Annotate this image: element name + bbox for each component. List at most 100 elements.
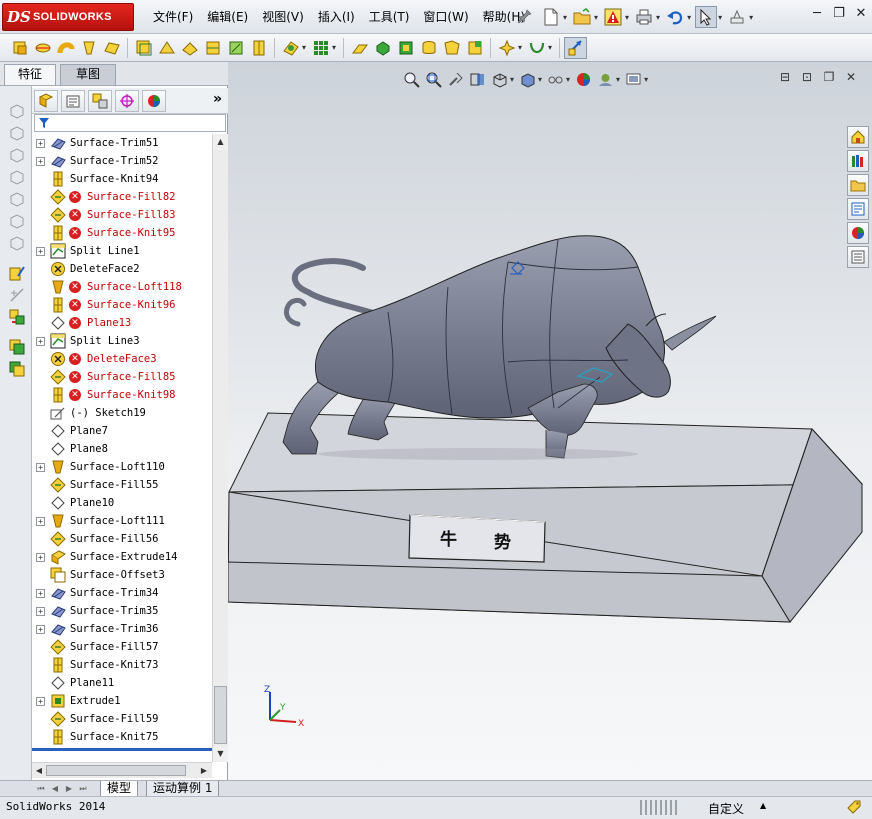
menu-item[interactable]: 视图(V): [255, 0, 311, 34]
sketch-edit-icon[interactable]: [8, 264, 26, 282]
restore-icon[interactable]: ❐: [828, 3, 850, 23]
apply-scene-button[interactable]: [594, 68, 616, 90]
unit-system[interactable]: 自定义: [708, 800, 744, 817]
new-document-button[interactable]: [540, 6, 562, 28]
viewport-split2-icon[interactable]: ⊡: [796, 70, 818, 86]
tree-item[interactable]: DeleteFace2: [32, 260, 212, 278]
tree-item[interactable]: + Split Line1: [32, 242, 212, 260]
tree-horizontal-scrollbar[interactable]: ◀ ▶: [32, 762, 212, 778]
expand-icon[interactable]: +: [36, 625, 45, 634]
expand-icon[interactable]: +: [36, 247, 45, 256]
instant3d-button[interactable]: [564, 36, 588, 59]
thicken-button[interactable]: [371, 37, 394, 59]
tree-item[interactable]: Surface-Fill59: [32, 710, 212, 728]
zoom-to-fit-button[interactable]: [400, 68, 422, 90]
property-manager-tab[interactable]: [61, 89, 85, 112]
rebuild-button[interactable]: [602, 6, 624, 28]
feature-filter[interactable]: [34, 114, 226, 132]
tree-item[interactable]: ✕ DeleteFace3: [32, 350, 212, 368]
tree-item[interactable]: + Surface-Trim51: [32, 134, 212, 152]
tab-sketch[interactable]: 草图: [60, 64, 116, 85]
solidworks-logo[interactable]: DS SOLIDWORKS: [2, 3, 134, 31]
tree-item[interactable]: + Split Line3: [32, 332, 212, 350]
tree-item[interactable]: ✕ Surface-Fill82: [32, 188, 212, 206]
menu-item[interactable]: 编辑(E): [200, 0, 255, 34]
scroll-right-icon[interactable]: ▶: [197, 763, 211, 778]
pin-icon[interactable]: [517, 8, 533, 24]
feature-manager-tab[interactable]: [34, 89, 58, 112]
display-state-icon[interactable]: [8, 338, 26, 356]
configuration-manager-tab[interactable]: [88, 89, 112, 112]
view-orientation-button[interactable]: [488, 68, 510, 90]
ruled-surface-button[interactable]: [201, 37, 224, 59]
graphics-area[interactable]: 牛 势 Z Y X ▾ ▾ ▾ ▾ ▾ ⊟ ⊡ ❐ ✕: [228, 62, 872, 780]
pattern-button[interactable]: [309, 37, 332, 59]
file-explorer-tab[interactable]: [847, 174, 869, 196]
extend-surface-button[interactable]: [348, 37, 371, 59]
tree-item[interactable]: Surface-Knit94: [32, 170, 212, 188]
cut-icon[interactable]: [8, 212, 26, 230]
view-settings-button[interactable]: [622, 68, 644, 90]
expand-icon[interactable]: +: [36, 697, 45, 706]
scroll-thumb[interactable]: [214, 686, 227, 744]
boundary-surface-button[interactable]: [100, 37, 123, 59]
select-button[interactable]: [695, 6, 718, 28]
zoom-to-area-button[interactable]: [422, 68, 444, 90]
extruded-boss-icon[interactable]: [8, 102, 26, 120]
tree-item[interactable]: Surface-Knit73: [32, 656, 212, 674]
appearances-tab[interactable]: [847, 222, 869, 244]
fillet-icon[interactable]: [8, 234, 26, 252]
menu-item[interactable]: 文件(F): [146, 0, 200, 34]
tree-item[interactable]: Surface-Fill55: [32, 476, 212, 494]
print-button[interactable]: [633, 6, 655, 28]
viewport-restore-icon[interactable]: ❐: [818, 70, 840, 86]
reference-geometry-button[interactable]: [495, 37, 518, 59]
cut-with-surface-button[interactable]: [394, 37, 417, 59]
tree-item[interactable]: ✕ Surface-Fill83: [32, 206, 212, 224]
radiate-surface-button[interactable]: [155, 37, 178, 59]
tab-motion-study[interactable]: 运动算例 1: [146, 781, 220, 797]
expand-icon[interactable]: +: [36, 517, 45, 526]
hscroll-thumb[interactable]: [46, 765, 186, 776]
expand-icon[interactable]: +: [36, 553, 45, 562]
expand-icon[interactable]: +: [36, 607, 45, 616]
trim-surface-button[interactable]: [279, 37, 302, 59]
tree-item[interactable]: ✕ Surface-Knit96: [32, 296, 212, 314]
smart-dimension-icon[interactable]: [8, 286, 26, 304]
bull-horn[interactable]: [663, 315, 717, 351]
section-view-button[interactable]: [466, 68, 488, 90]
planar-surface-button[interactable]: [178, 37, 201, 59]
expand-icon[interactable]: +: [36, 463, 45, 472]
tree-item[interactable]: + Surface-Trim34: [32, 584, 212, 602]
boundary-boss-icon[interactable]: [8, 190, 26, 208]
tree-item[interactable]: Surface-Knit75: [32, 728, 212, 746]
expand-icon[interactable]: +: [36, 337, 45, 346]
tag-icon[interactable]: [846, 799, 862, 815]
display-manager-tab[interactable]: [142, 89, 166, 112]
tree-item[interactable]: Surface-Fill57: [32, 638, 212, 656]
edit-appearance-button[interactable]: [572, 68, 594, 90]
tree-item[interactable]: + Surface-Trim52: [32, 152, 212, 170]
tree-item[interactable]: Surface-Offset3: [32, 566, 212, 584]
tree-item[interactable]: ✕ Surface-Knit98: [32, 386, 212, 404]
revolved-surface-button[interactable]: [31, 37, 54, 59]
more-tabs-icon[interactable]: »: [213, 91, 222, 107]
tree-item[interactable]: Plane10: [32, 494, 212, 512]
coordinate-triad[interactable]: Z Y X: [264, 685, 304, 729]
scroll-left-icon[interactable]: ◀: [32, 763, 46, 778]
scroll-down-icon[interactable]: ▼: [213, 746, 228, 762]
extruded-surface-button[interactable]: [8, 37, 31, 59]
bull-body[interactable]: [314, 235, 665, 419]
offset-surface-button[interactable]: [132, 37, 155, 59]
previous-view-button[interactable]: [444, 68, 466, 90]
tree-item[interactable]: Plane7: [32, 422, 212, 440]
fill-surface-button[interactable]: [224, 37, 247, 59]
unit-system-arrow[interactable]: ▲: [760, 801, 766, 810]
move-entities-icon[interactable]: [8, 308, 26, 326]
nameplate[interactable]: [408, 514, 546, 563]
tab-features[interactable]: 特征: [4, 64, 56, 85]
tree-vertical-scrollbar[interactable]: ▲ ▼: [212, 134, 228, 762]
rollback-bar[interactable]: [32, 748, 212, 751]
lofted-surface-button[interactable]: [77, 37, 100, 59]
scroll-up-icon[interactable]: ▲: [213, 134, 228, 150]
